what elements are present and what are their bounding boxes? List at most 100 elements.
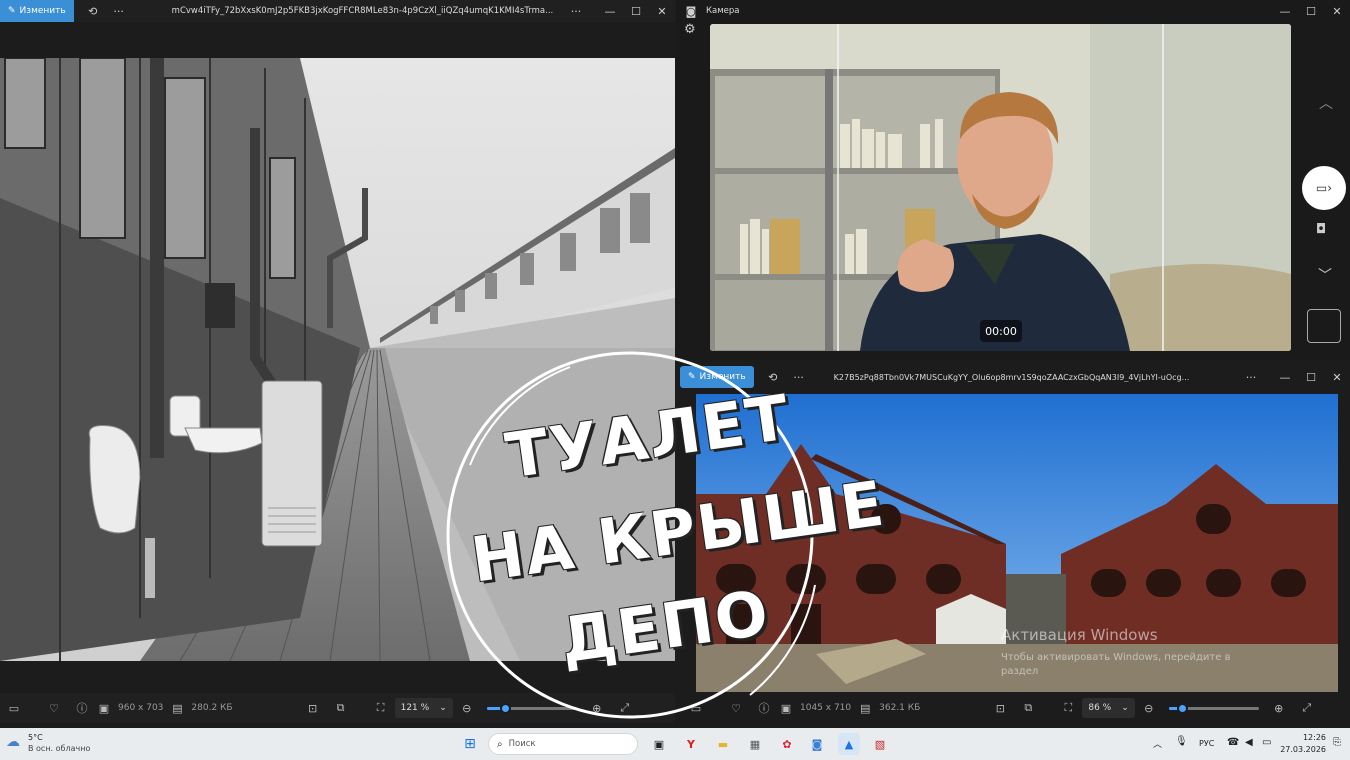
minimize-icon[interactable]: — [1272, 0, 1298, 22]
file-name: mCvw4iTFy_72bXxsK0mJ2p5FKB3jxKogFFCR8MLe… [171, 6, 554, 16]
more-icon[interactable]: ··· [786, 366, 812, 388]
weather-temperature: 5°C [28, 733, 43, 742]
search-placeholder: Поиск [508, 739, 536, 749]
edit-button[interactable]: ✎ Изменить [680, 366, 754, 388]
favorite-icon[interactable]: ♡ [40, 693, 68, 723]
filmstrip-icon[interactable]: ▭ [682, 693, 710, 723]
title-bar: ✎ Изменить ⟲ ··· mCvw4iTFy_72bXxsK0mJ2p5… [0, 0, 675, 22]
dimensions-icon: ▣ [98, 701, 110, 715]
yandex-browser-icon[interactable]: Y [680, 733, 702, 755]
search-box[interactable]: ⌕ Поиск [488, 733, 638, 755]
video-icon: ▭› [1315, 181, 1333, 195]
fullscreen-icon[interactable]: ⤢ [1293, 693, 1321, 723]
close-icon[interactable]: ✕ [649, 0, 675, 22]
zoom-out-icon[interactable]: ⊖ [453, 693, 481, 723]
minimize-icon[interactable]: — [1272, 366, 1298, 388]
crop-icon[interactable]: ⊡ [986, 693, 1014, 723]
photos-icon[interactable]: ✿ [776, 733, 798, 755]
file-size: 362.1 КБ [879, 703, 921, 713]
language-indicator[interactable]: РУС [1199, 739, 1214, 748]
filesize-icon: ▤ [859, 701, 871, 715]
file-name: K27B5zPq88Tbn0Vk7MUSCuKgYY_Olu6op8mrv1S9… [833, 372, 1190, 382]
slideshow-icon[interactable]: ⧉ [1014, 693, 1042, 723]
edit-label: Изменить [699, 372, 746, 382]
zoom-slider[interactable] [486, 702, 577, 714]
fit-icon[interactable]: ⛶ [1054, 693, 1082, 723]
filesize-icon: ▤ [172, 701, 183, 715]
maximize-icon[interactable]: ☐ [1298, 0, 1324, 22]
status-bar: ▭ ♡ ⓘ ▣ 1045 x 710 ▤ 362.1 КБ ⊡ ⧉ ⛶ 86 %… [676, 693, 1350, 723]
status-bar: ▭ ♡ ⓘ ▣ 960 x 703 ▤ 280.2 КБ ⊡ ⧉ ⛶ 121 %… [0, 693, 675, 723]
maximize-icon[interactable]: ☐ [1298, 366, 1324, 388]
rotate-icon[interactable]: ⟲ [80, 0, 106, 22]
zoom-out-icon[interactable]: ⊖ [1135, 693, 1163, 723]
edit-button[interactable]: ✎ Изменить [0, 0, 74, 22]
more-icon[interactable]: ··· [1238, 366, 1264, 388]
volume-icon[interactable]: ◀ [1245, 737, 1253, 748]
zoom-dropdown[interactable]: 86 % ⌄ [1082, 698, 1135, 718]
favorite-icon[interactable]: ♡ [722, 693, 750, 723]
camera-app-icon: ◙ [685, 4, 697, 18]
search-icon: ⌕ [497, 738, 503, 750]
network-icon[interactable]: ☎ [1227, 737, 1239, 748]
edit-label: Изменить [19, 6, 66, 16]
zoom-slider[interactable] [1168, 702, 1259, 714]
task-view-icon[interactable]: ▣ [648, 733, 670, 755]
weather-description: В осн. облачно [28, 744, 91, 753]
chevron-up-icon[interactable]: ︿ [1319, 93, 1333, 113]
microphone-icon[interactable]: 🎙 [1175, 736, 1188, 747]
chevron-up-icon[interactable]: ︿ [1153, 737, 1162, 750]
more-icon[interactable]: ··· [563, 0, 589, 22]
photo-rooftop-toilet [0, 58, 675, 661]
file-explorer-icon[interactable]: ▬ [712, 733, 734, 755]
info-icon[interactable]: ⓘ [750, 693, 778, 723]
fullscreen-icon[interactable]: ⤢ [611, 693, 639, 723]
fit-icon[interactable]: ⛶ [367, 693, 395, 723]
photo-mode-icon[interactable]: ◘ [1316, 222, 1326, 237]
notifications-icon[interactable]: ⎘ [1333, 737, 1341, 748]
video-mode-button[interactable]: ▭› [1302, 166, 1346, 210]
chevron-down-icon[interactable]: ﹀ [1318, 265, 1332, 285]
start-icon[interactable]: ⊞ [459, 733, 481, 755]
settings-icon[interactable]: ⚙ [684, 22, 696, 37]
activation-watermark-title: Активация Windows [1001, 626, 1158, 644]
image-dimensions: 960 x 703 [118, 703, 164, 713]
activation-watermark-text-2: раздел [1001, 666, 1039, 677]
close-icon[interactable]: ✕ [1324, 0, 1350, 22]
screen-recorder-icon[interactable]: ▧ [869, 733, 891, 755]
filmstrip-icon[interactable]: ▭ [0, 693, 28, 723]
rotate-icon[interactable]: ⟲ [760, 366, 786, 388]
weather-icon[interactable]: ☁ [6, 734, 20, 750]
zoom-value: 86 % [1088, 703, 1112, 713]
chevron-down-icon: ⌄ [439, 703, 447, 713]
photos-app-icon[interactable]: ▲ [838, 733, 860, 755]
taskbar: ☁ 5°C В осн. облачно ⊞ ⌕ Поиск ▣ Y ▬ ▦ ✿… [0, 728, 1350, 760]
zoom-in-icon[interactable]: ⊕ [583, 693, 611, 723]
zoom-value: 121 % [400, 703, 430, 713]
camera-preview: 00:00 [710, 24, 1291, 351]
photos-window-right: ✎ Изменить ⟲ ··· K27B5zPq88Tbn0Vk7MUSCuK… [676, 362, 1350, 725]
zoom-dropdown[interactable]: 121 % ⌄ [394, 698, 453, 718]
window-title: Камера [706, 6, 740, 16]
maximize-icon[interactable]: ☐ [623, 0, 649, 22]
file-size: 280.2 КБ [191, 703, 233, 713]
image-dimensions: 1045 x 710 [800, 703, 852, 713]
camera-app-icon[interactable]: ◙ [806, 733, 828, 755]
slideshow-icon[interactable]: ⧉ [327, 693, 355, 723]
title-bar: ◙ Камера — ☐ ✕ [676, 0, 1350, 22]
camera-window: ◙ Камера — ☐ ✕ ⚙ 00:00 ︿ ▭› ◘ ﹀ [676, 0, 1350, 360]
dimensions-icon: ▣ [780, 701, 792, 715]
gallery-thumbnail[interactable] [1307, 309, 1341, 343]
zoom-in-icon[interactable]: ⊕ [1265, 693, 1293, 723]
battery-icon[interactable]: ▭ [1262, 737, 1271, 748]
calculator-icon[interactable]: ▦ [744, 733, 766, 755]
minimize-icon[interactable]: — [597, 0, 623, 22]
edit-icon: ✎ [688, 372, 696, 382]
close-icon[interactable]: ✕ [1324, 366, 1350, 388]
crop-icon[interactable]: ⊡ [299, 693, 327, 723]
clock-date[interactable]: 27.03.2026 [1280, 745, 1326, 754]
more-icon[interactable]: ··· [106, 0, 132, 22]
recording-timer: 00:00 [980, 320, 1022, 342]
clock-time[interactable]: 12:26 [1286, 733, 1326, 742]
info-icon[interactable]: ⓘ [68, 693, 96, 723]
